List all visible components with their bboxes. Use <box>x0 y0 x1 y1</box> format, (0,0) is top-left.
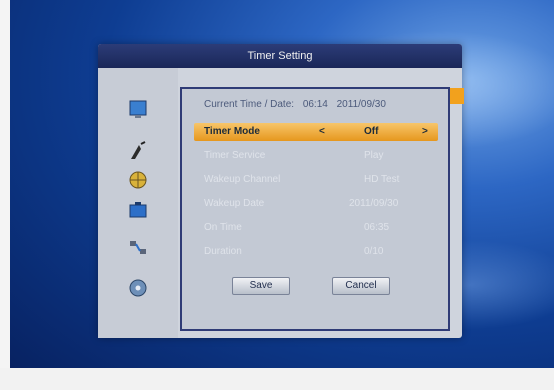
on-time-label: On Time <box>204 222 242 233</box>
current-time-label: Current Time / Date: <box>204 99 295 110</box>
on-time-value: 06:35 <box>364 222 390 233</box>
monitor-icon[interactable] <box>126 98 150 122</box>
on-time-row[interactable]: On Time 06:35 <box>194 219 438 237</box>
duration-row[interactable]: Duration 0/10 <box>194 243 438 261</box>
wakeup-date-value: 2011/09/30 <box>349 198 399 209</box>
right-arrow-icon[interactable]: > <box>422 123 428 141</box>
satellite-dish-icon[interactable] <box>126 140 150 164</box>
timer-mode-row[interactable]: Timer Mode < Off > <box>194 123 438 141</box>
timer-settings-panel: Current Time / Date: 06:14 2011/09/30 Ti… <box>180 87 450 331</box>
timer-service-label: Timer Service <box>204 150 266 161</box>
frame-edge-bottom <box>0 368 554 390</box>
menu-icon-sidebar <box>98 68 178 338</box>
wakeup-channel-row[interactable]: Wakeup Channel HD Test <box>194 171 438 189</box>
timer-mode-label: Timer Mode <box>204 126 260 137</box>
briefcase-icon[interactable] <box>126 198 150 222</box>
left-arrow-icon[interactable]: < <box>319 123 325 141</box>
wakeup-channel-label: Wakeup Channel <box>204 174 281 185</box>
duration-label: Duration <box>204 246 242 257</box>
cancel-button[interactable]: Cancel <box>332 277 390 295</box>
wakeup-date-label: Wakeup Date <box>204 198 265 209</box>
frame-edge-left <box>0 0 10 390</box>
current-time-value: 06:14 <box>302 99 328 110</box>
timer-service-value: Play <box>364 150 384 161</box>
current-time-date: Current Time / Date: 06:14 2011/09/30 <box>204 99 386 110</box>
globe-icon[interactable] <box>126 168 150 192</box>
timer-mode-value: Off <box>364 126 379 137</box>
dialog-title: Timer Setting <box>98 44 462 68</box>
wakeup-channel-value: HD Test <box>364 174 400 185</box>
scroll-indicator <box>450 88 464 104</box>
duration-value: 0/10 <box>364 246 384 257</box>
disc-icon[interactable] <box>126 276 150 300</box>
network-icon[interactable] <box>126 236 150 260</box>
timer-service-row[interactable]: Timer Service Play <box>194 147 438 165</box>
current-date-value: 2011/09/30 <box>336 99 386 110</box>
wakeup-date-row[interactable]: Wakeup Date 2011/09/30 <box>194 195 438 213</box>
save-button[interactable]: Save <box>232 277 290 295</box>
